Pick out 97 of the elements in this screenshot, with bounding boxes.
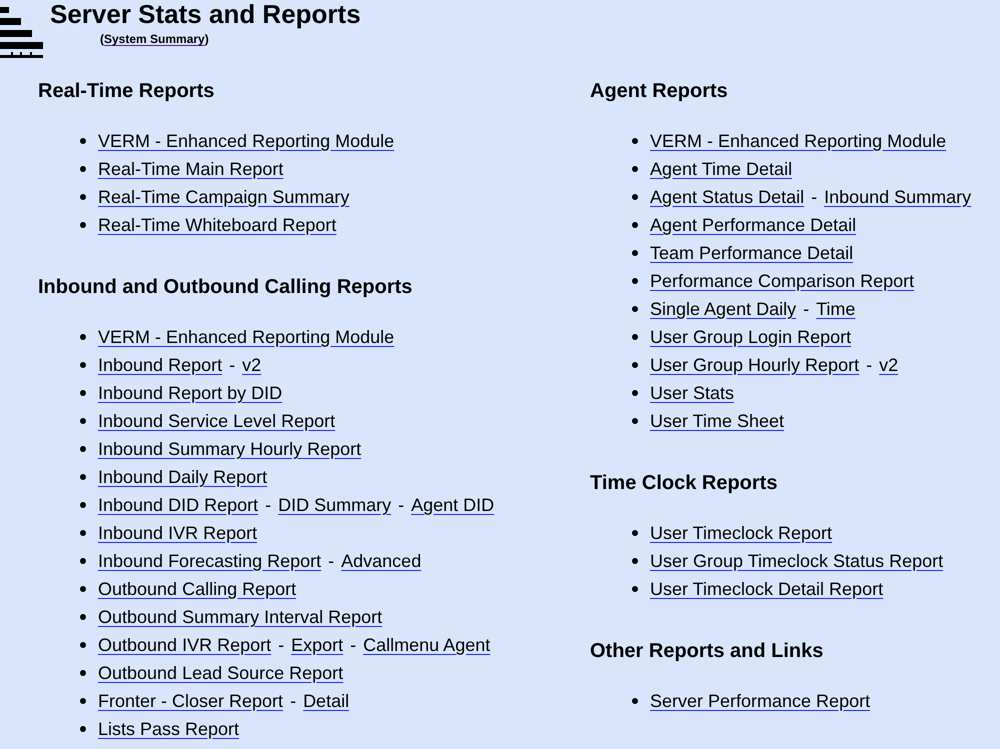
report-link[interactable]: Lists Pass Report xyxy=(98,718,240,740)
bullet-icon xyxy=(632,362,638,368)
parenthesis-text: ( xyxy=(100,32,104,46)
separator-text: - xyxy=(803,298,810,320)
separator-text: - xyxy=(866,354,872,376)
report-link[interactable]: VERM - Enhanced Reporting Module xyxy=(98,130,394,152)
bullet-icon xyxy=(80,166,86,172)
report-link[interactable]: Inbound DID Report xyxy=(98,494,258,516)
report-link[interactable]: v2 xyxy=(242,354,262,376)
report-link[interactable]: User Time Sheet xyxy=(650,410,784,432)
bullet-icon xyxy=(80,418,86,424)
report-link[interactable]: Agent DID xyxy=(411,494,494,516)
bullet-icon xyxy=(80,726,86,732)
bullet-icon xyxy=(632,698,638,704)
report-link[interactable]: Inbound IVR Report xyxy=(98,522,258,544)
separator-text: - xyxy=(350,634,356,656)
report-link[interactable]: User Stats xyxy=(650,382,734,404)
bullet-icon xyxy=(80,362,86,368)
separator-text: - xyxy=(229,354,236,376)
report-link[interactable]: VERM - Enhanced Reporting Module xyxy=(650,130,946,152)
report-link[interactable]: v2 xyxy=(879,354,898,376)
bullet-icon xyxy=(632,194,638,200)
system-summary-link[interactable]: System Summary xyxy=(104,32,205,46)
report-link[interactable]: Agent Time Detail xyxy=(650,158,792,180)
report-link[interactable]: Inbound Summary xyxy=(824,186,972,208)
report-link[interactable]: Callmenu Agent xyxy=(363,634,490,656)
bullet-icon xyxy=(80,390,86,396)
report-link[interactable]: Inbound Report xyxy=(98,354,222,376)
bullet-icon xyxy=(80,614,86,620)
bullet-icon xyxy=(632,306,638,312)
bullet-icon xyxy=(632,222,638,228)
bullet-icon xyxy=(632,586,638,592)
report-link[interactable]: Server Performance Report xyxy=(650,690,870,712)
report-link[interactable]: Agent Status Detail xyxy=(650,186,804,208)
bullet-icon xyxy=(632,530,638,536)
bullet-icon xyxy=(80,502,86,508)
separator-text: - xyxy=(328,550,334,572)
bullet-icon xyxy=(80,558,86,564)
page-title: Server Stats and Reports xyxy=(50,0,361,28)
report-link[interactable]: DID Summary xyxy=(278,494,392,516)
separator-text: - xyxy=(811,186,818,208)
bullet-icon xyxy=(632,278,638,284)
report-link[interactable]: Outbound Lead Source Report xyxy=(98,662,344,684)
bullet-icon xyxy=(80,194,86,200)
report-link[interactable]: User Group Login Report xyxy=(650,326,852,348)
report-link[interactable]: Inbound Daily Report xyxy=(98,466,268,488)
report-link[interactable]: Detail xyxy=(303,690,350,712)
report-link[interactable]: Outbound IVR Report xyxy=(98,634,272,656)
section-heading: Inbound and Outbound Calling Reports xyxy=(38,275,412,299)
report-link[interactable]: User Group Hourly Report xyxy=(650,354,860,376)
section-heading: Time Clock Reports xyxy=(590,471,778,495)
section-heading: Agent Reports xyxy=(590,79,728,103)
bullet-icon xyxy=(80,586,86,592)
section-heading: Other Reports and Links xyxy=(590,639,824,663)
separator-text: - xyxy=(265,494,272,516)
bullet-icon xyxy=(632,166,638,172)
bullet-icon xyxy=(80,474,86,480)
report-link[interactable]: Performance Comparison Report xyxy=(650,270,914,292)
bullet-icon xyxy=(80,670,86,676)
report-link[interactable]: Fronter - Closer Report xyxy=(98,690,284,712)
report-link[interactable]: Time xyxy=(816,298,856,320)
report-link[interactable]: VERM - Enhanced Reporting Module xyxy=(98,326,394,348)
report-link[interactable]: User Timeclock Detail Report xyxy=(650,578,884,600)
parenthesis-text: ) xyxy=(204,32,209,46)
bullet-icon xyxy=(632,334,638,340)
separator-text: - xyxy=(398,494,404,516)
bullet-icon xyxy=(80,642,86,648)
report-link[interactable]: Real-Time Campaign Summary xyxy=(98,186,350,208)
report-link[interactable]: Advanced xyxy=(341,550,422,572)
bullet-icon xyxy=(80,222,86,228)
bullet-icon xyxy=(632,558,638,564)
separator-text: - xyxy=(290,690,296,712)
report-link[interactable]: User Timeclock Report xyxy=(650,522,832,544)
report-link[interactable]: Inbound Report by DID xyxy=(98,382,282,404)
section-heading: Real-Time Reports xyxy=(38,79,214,103)
bullet-icon xyxy=(80,446,86,452)
report-link[interactable]: Outbound Calling Report xyxy=(98,578,296,600)
bullet-icon xyxy=(80,138,86,144)
separator-text: - xyxy=(278,634,284,656)
report-link[interactable]: Inbound Forecasting Report xyxy=(98,550,322,572)
report-link[interactable]: Team Performance Detail xyxy=(650,242,854,264)
report-link[interactable]: Outbound Summary Interval Report xyxy=(98,606,382,628)
report-link[interactable]: Export xyxy=(291,634,344,656)
bullet-icon xyxy=(632,418,638,424)
report-link[interactable]: Inbound Service Level Report xyxy=(98,410,336,432)
report-link[interactable]: Real-Time Whiteboard Report xyxy=(98,214,336,236)
report-link[interactable]: Agent Performance Detail xyxy=(650,214,856,236)
report-link[interactable]: Single Agent Daily xyxy=(650,298,796,320)
bullet-icon xyxy=(80,334,86,340)
bullet-icon xyxy=(80,698,86,704)
report-link[interactable]: Real-Time Main Report xyxy=(98,158,284,180)
bullet-icon xyxy=(632,390,638,396)
bullet-icon xyxy=(80,530,86,536)
report-link[interactable]: User Group Timeclock Status Report xyxy=(650,550,944,572)
bullet-icon xyxy=(632,138,638,144)
report-link[interactable]: Inbound Summary Hourly Report xyxy=(98,438,362,460)
bullet-icon xyxy=(632,250,638,256)
